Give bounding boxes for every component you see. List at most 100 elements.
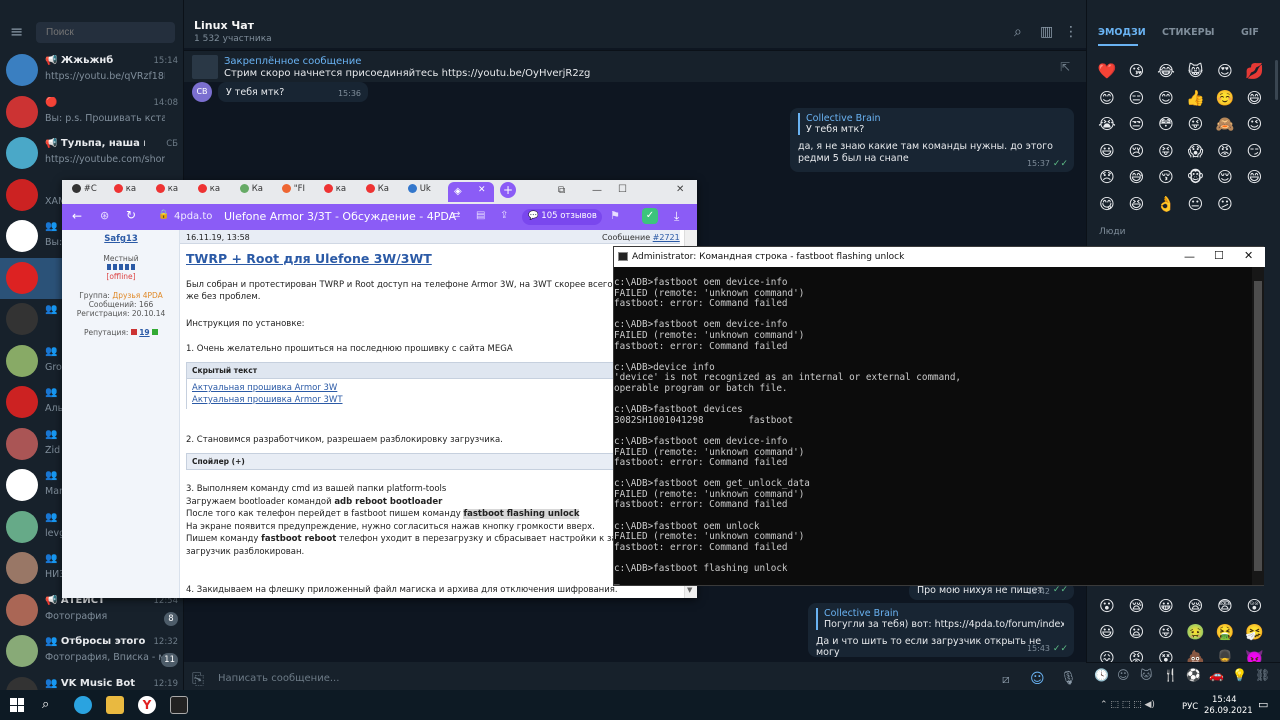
more-icon[interactable]: ⋮	[1064, 24, 1078, 40]
cmd-taskbar-icon[interactable]	[170, 696, 188, 714]
message-input[interactable]: Написать сообщение...	[218, 673, 339, 684]
emoji-category-icon[interactable]: 🐱	[1140, 668, 1153, 682]
command-icon[interactable]: ⧄	[1002, 672, 1010, 687]
emoji-item[interactable]: 😃	[1097, 622, 1117, 642]
translate-icon[interactable]: ⇄	[452, 210, 460, 221]
message-bubble[interactable]: Collective Brain У тебя мтк? да, я не зн…	[790, 108, 1074, 172]
emoji-item[interactable]: 😅	[1127, 167, 1147, 187]
hamburger-menu-icon[interactable]: ≡	[10, 24, 26, 40]
active-browser-tab[interactable]: ◈ ✕	[448, 182, 494, 202]
search-icon[interactable]: ⌕	[42, 697, 49, 712]
rep-minus-icon[interactable]	[130, 329, 137, 335]
tab-emoji[interactable]: ЭМОДЗИ	[1098, 27, 1146, 38]
emoji-category-icon[interactable]: ⛓	[1255, 668, 1270, 682]
emoji-item[interactable]: 💋	[1245, 61, 1265, 81]
protect-icon[interactable]: ✓	[642, 208, 658, 224]
emoji-category-icon[interactable]: ⚽	[1186, 668, 1201, 682]
chat-list-item[interactable]: 📢 Жжьжнб https://youtu.be/qVRzf18F... 15…	[0, 50, 184, 91]
browser-tab[interactable]: "FI	[282, 184, 320, 201]
emoji-item[interactable]: ☺️	[1215, 88, 1235, 108]
chat-list-item[interactable]: 👥 Отбросы этого пок... Фотография, Вписк…	[0, 631, 184, 672]
pin-list-icon[interactable]: ⇱	[1060, 60, 1070, 74]
emoji-item[interactable]: 😪	[1186, 596, 1206, 616]
notification-icon[interactable]: ▭	[1258, 698, 1268, 711]
emoji-item[interactable]: 🤧	[1245, 622, 1265, 642]
browser-tab[interactable]: ка	[114, 184, 152, 201]
emoji-item[interactable]: 😋	[1097, 194, 1117, 214]
emoji-item[interactable]: 😚	[1156, 167, 1176, 187]
emoji-item[interactable]: 🤢	[1186, 622, 1206, 642]
emoji-category-icon[interactable]: 🕓	[1094, 668, 1109, 682]
microphone-icon[interactable]: 🎙	[1060, 671, 1077, 686]
pinned-message-bar[interactable]: Закреплённое сообщение Стрим скоро начне…	[184, 50, 1086, 82]
browser-tab[interactable]: ка	[198, 184, 236, 201]
new-tab-icon[interactable]: +	[500, 182, 516, 198]
browser-tab[interactable]: ка	[156, 184, 194, 201]
reply-quote[interactable]: Collective Brain У тебя мтк?	[798, 113, 1066, 135]
emoji-item[interactable]: 😦	[1127, 622, 1147, 642]
emoji-scrollbar[interactable]	[1275, 60, 1278, 100]
close-tab-icon[interactable]: ✕	[478, 185, 486, 195]
emoji-item[interactable]: 😄	[1245, 167, 1265, 187]
rep-plus-icon[interactable]	[152, 329, 159, 335]
emoji-item[interactable]: 😏	[1245, 141, 1265, 161]
browser-tab[interactable]: Ка	[240, 184, 278, 201]
firmware-3wt-link[interactable]: Актуальная прошивка Armor 3WT	[192, 395, 343, 405]
shield-icon[interactable]: ⊛	[100, 209, 109, 222]
browser-tab[interactable]: Uk	[408, 184, 446, 201]
emoji-item[interactable]: 😑	[1127, 88, 1147, 108]
emoji-item[interactable]: 😝	[1156, 141, 1176, 161]
clock-time[interactable]: 15:44	[1212, 695, 1237, 705]
emoji-item[interactable]: 🙈	[1215, 114, 1235, 134]
emoji-item[interactable]: ❤️	[1097, 61, 1117, 81]
emoji-item[interactable]: 😂	[1156, 61, 1176, 81]
avatar[interactable]: CB	[192, 82, 212, 102]
emoji-item[interactable]: 😐	[1186, 194, 1206, 214]
emoji-category-icon[interactable]: 🍴	[1163, 668, 1178, 682]
sidebar-toggle-icon[interactable]: ▥	[1040, 24, 1053, 40]
emoji-item[interactable]: 😉	[1245, 114, 1265, 134]
emoji-item[interactable]: 😍	[1215, 61, 1235, 81]
attach-icon[interactable]: ⎘	[192, 670, 204, 688]
emoji-item[interactable]: 😱	[1186, 141, 1206, 161]
emoji-item[interactable]: 🤮	[1215, 622, 1235, 642]
emoji-item[interactable]: 👌	[1156, 194, 1176, 214]
reply-quote[interactable]: Collective Brain Погугли за тебя) вот: h…	[816, 608, 1066, 630]
chat-list-item[interactable]: 🔴 Вы: p.s. Прошивать кстат... 14:08	[0, 92, 184, 133]
maximize-icon[interactable]: ☐	[618, 184, 627, 195]
browser-tab[interactable]: #C	[72, 184, 110, 201]
emoji-item[interactable]: 😳	[1156, 114, 1176, 134]
emoji-item[interactable]: 😢	[1127, 141, 1147, 161]
reviews-button[interactable]: 💬 105 отзывов	[522, 209, 602, 225]
browser-tab[interactable]: ка	[324, 184, 362, 201]
browser-tab[interactable]: Ка	[366, 184, 404, 201]
emoji-item[interactable]: 👍	[1186, 88, 1206, 108]
chat-header[interactable]: Linux Чат 1 532 участника ⌕ ▥ ⋮	[184, 0, 1086, 48]
emoji-item[interactable]: 😄	[1245, 88, 1265, 108]
emoji-item[interactable]: 😒	[1127, 114, 1147, 134]
message-bubble[interactable]: Collective Brain Погугли за тебя) вот: h…	[808, 603, 1074, 658]
emoji-item[interactable]: 😊	[1156, 88, 1176, 108]
cmd-output[interactable]: c:\ADB>fastboot oem device-info FAILED (…	[614, 267, 1251, 587]
cmd-titlebar[interactable]: Administrator: Командная строка - fastbo…	[614, 247, 1265, 267]
telegram-taskbar-icon[interactable]	[74, 696, 92, 714]
emoji-item[interactable]: 😜	[1186, 114, 1206, 134]
search-input[interactable]	[36, 22, 175, 43]
yandex-browser-icon[interactable]: Y	[138, 696, 156, 714]
emoji-item[interactable]: 😜	[1156, 622, 1176, 642]
cmd-scrollbar[interactable]	[1252, 267, 1264, 585]
post-number-link[interactable]: #2721	[653, 233, 680, 242]
chat-list-item[interactable]: 📢 Тульпа, наша исто... https://youtube.c…	[0, 133, 184, 174]
reader-icon[interactable]: ▤	[476, 210, 485, 221]
clock-date[interactable]: 26.09.2021	[1204, 706, 1253, 716]
emoji-item[interactable]: 😪	[1127, 596, 1147, 616]
maximize-icon[interactable]: ☐	[1214, 249, 1224, 262]
emoji-item[interactable]: 😊	[1097, 88, 1117, 108]
windows-start-icon[interactable]	[10, 698, 24, 712]
system-tray-icons[interactable]: ⌃ ⬚ ⬚ ⬚ ◀)	[1100, 700, 1155, 710]
minimize-icon[interactable]: —	[1184, 250, 1195, 263]
share-icon[interactable]: ⇪	[500, 210, 508, 221]
emoji-item[interactable]: 😸	[1186, 61, 1206, 81]
author-name[interactable]: Safg13	[62, 234, 180, 244]
hidden-text-label[interactable]: Скрытый текст	[187, 363, 615, 379]
